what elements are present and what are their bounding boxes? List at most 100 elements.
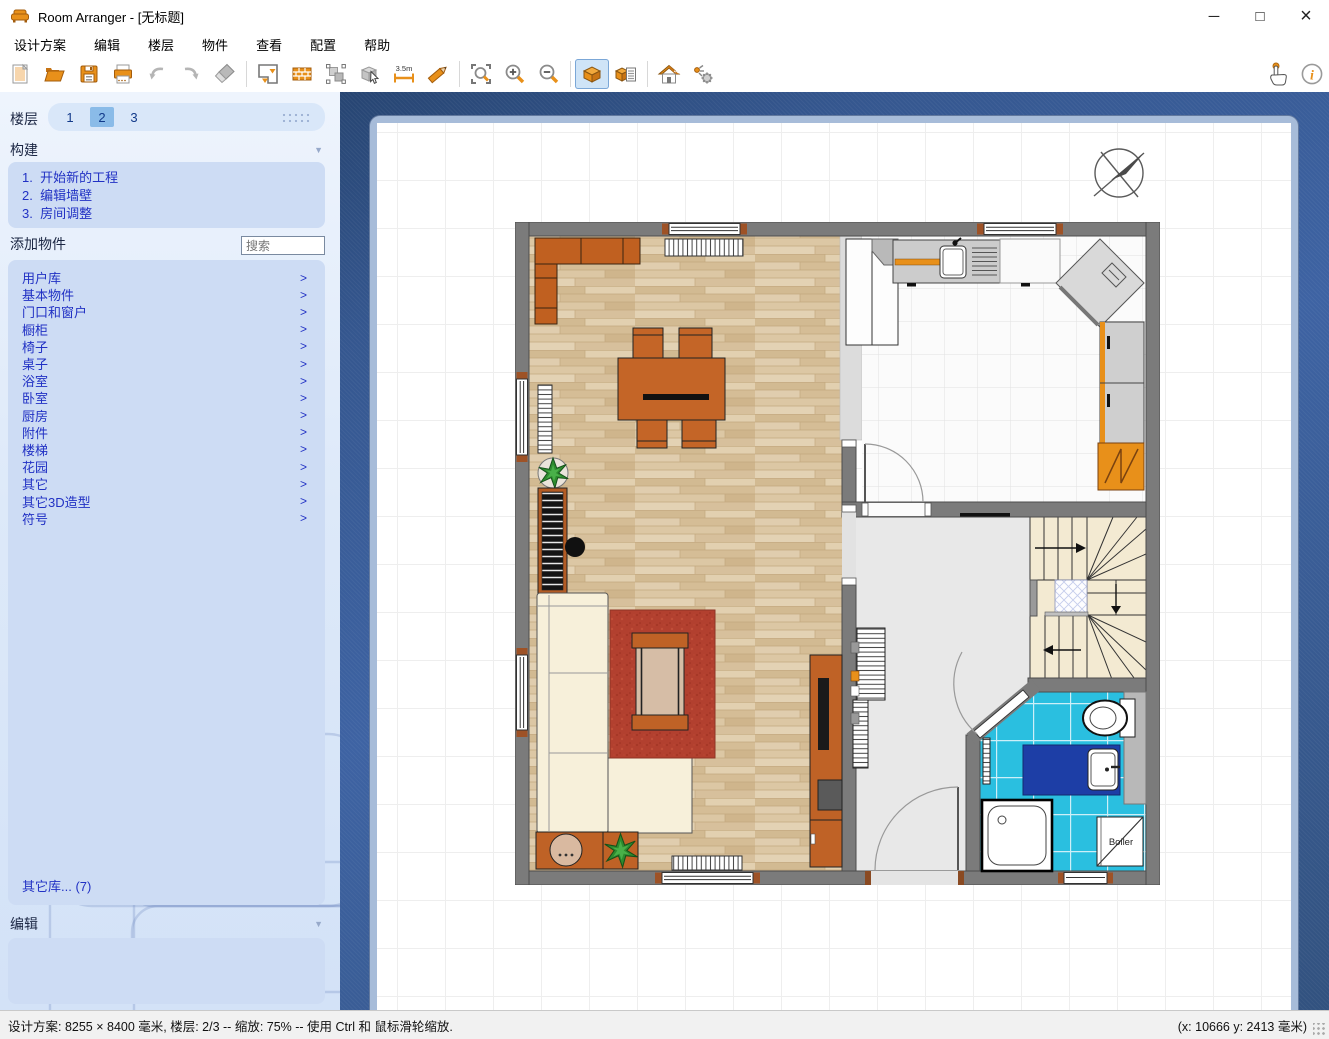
print-button[interactable] (106, 59, 140, 89)
build-step-link[interactable]: 2. 编辑墙壁 (22, 187, 325, 205)
measure-button[interactable]: 3.5m (387, 59, 421, 89)
zoom-in-button[interactable] (498, 59, 532, 89)
save-button[interactable] (72, 59, 106, 89)
build-step-link[interactable]: 1. 开始新的工程 (22, 169, 325, 187)
menu-item[interactable]: 编辑 (80, 35, 134, 54)
minimize-button[interactable]: ─ (1191, 0, 1237, 32)
add-objects-title: 添加物件 (10, 234, 66, 254)
show-objects-3d-button[interactable] (575, 59, 609, 89)
radiator[interactable] (665, 239, 743, 256)
drawing-sheet[interactable]: Boiler (377, 123, 1291, 1010)
window (517, 372, 528, 462)
resize-grip[interactable] (1313, 1023, 1326, 1036)
category-label: 椅子 (22, 337, 48, 356)
menu-item[interactable]: 楼层 (134, 35, 188, 54)
main-area: 楼层 123 构建 ▼ 1. 开始新的工程2. 编辑墙壁3. 房间调整 添加物件… (0, 92, 1329, 1010)
chevron-right-icon: > (300, 511, 307, 525)
title-bar: Room Arranger - [无标题] ─ □ × (0, 0, 1329, 32)
category-item[interactable]: 橱柜 > (8, 321, 325, 338)
svg-text:3.5m: 3.5m (396, 64, 413, 73)
new-project-button[interactable] (4, 59, 38, 89)
floor-button[interactable]: 3 (122, 107, 146, 127)
menu-item[interactable]: 物件 (188, 35, 242, 54)
shower-tray (982, 800, 1052, 871)
collapse-icon[interactable]: ▼ (314, 145, 323, 155)
floor-button[interactable]: 2 (90, 107, 114, 127)
menu-item[interactable]: 帮助 (350, 35, 404, 54)
window-title: Room Arranger - [无标题] (38, 7, 184, 26)
category-item[interactable]: 其它 > (8, 475, 325, 492)
category-item[interactable]: 厨房 > (8, 407, 325, 424)
category-item[interactable]: 椅子 > (8, 338, 325, 355)
panel-grip-handle[interactable] (281, 112, 311, 123)
window (517, 648, 528, 737)
radiator[interactable] (672, 856, 742, 870)
box-cursor-icon (358, 62, 382, 86)
menu-item[interactable]: 设计方案 (0, 35, 80, 54)
box-3d-icon (580, 62, 604, 86)
chevron-right-icon: > (300, 322, 307, 336)
categories-panel: 用户库 > 基本物件 > 门口和窗户 > 橱柜 > 椅子 > 桌子 > (8, 260, 325, 905)
window (1058, 873, 1113, 884)
undo-button[interactable] (140, 59, 174, 89)
potted-plant[interactable] (538, 458, 568, 488)
category-item[interactable]: 附件 > (8, 424, 325, 441)
draw-button[interactable] (421, 59, 455, 89)
bookshelf[interactable] (538, 488, 567, 594)
select-transform-icon (324, 62, 348, 86)
select-objects-button[interactable] (319, 59, 353, 89)
window (655, 873, 760, 884)
zoom-in-icon (503, 62, 527, 86)
view-3d-button[interactable]: 3D (652, 59, 686, 89)
format-brush-button[interactable] (208, 59, 242, 89)
edit-walls-button[interactable] (285, 59, 319, 89)
floor-button[interactable]: 1 (58, 107, 82, 127)
object-list-button[interactable] (609, 59, 643, 89)
category-item[interactable]: 用户库 > (8, 269, 325, 286)
toolbar-separator (459, 61, 460, 87)
category-item[interactable]: 其它3D造型 > (8, 492, 325, 509)
chevron-right-icon: > (300, 391, 307, 405)
build-step-link[interactable]: 3. 房间调整 (22, 205, 325, 223)
search-input[interactable] (241, 236, 325, 255)
staircase[interactable] (1030, 517, 1146, 682)
floor-plan[interactable]: Boiler (515, 222, 1160, 885)
category-item[interactable]: 卧室 > (8, 389, 325, 406)
category-item[interactable]: 桌子 > (8, 355, 325, 372)
floor-ball[interactable] (565, 537, 585, 557)
new-document-icon (9, 62, 33, 86)
app-logo-sofa-icon (10, 8, 30, 24)
menu-item[interactable]: 配置 (296, 35, 350, 54)
explode-button[interactable] (686, 59, 720, 89)
coffee-table[interactable] (632, 633, 688, 730)
category-item[interactable]: 门口和窗户 > (8, 303, 325, 320)
category-item[interactable]: 花园 > (8, 458, 325, 475)
info-button[interactable]: i (1295, 59, 1329, 89)
close-button[interactable]: × (1283, 0, 1329, 32)
zoom-out-button[interactable] (532, 59, 566, 89)
category-label: 卧室 (22, 388, 48, 407)
add-objects-header: 添加物件 (0, 232, 340, 256)
category-item[interactable]: 浴室 > (8, 372, 325, 389)
category-label: 用户库 (22, 268, 61, 287)
window-blind[interactable] (538, 385, 552, 453)
zoom-all-button[interactable] (464, 59, 498, 89)
pointer-mode-button[interactable] (1261, 59, 1295, 89)
fridge (1098, 443, 1144, 490)
category-item[interactable]: 符号 > (8, 510, 325, 527)
collapse-icon[interactable]: ▼ (314, 919, 323, 929)
maximize-button[interactable]: □ (1237, 0, 1283, 32)
tv-cabinet[interactable] (810, 655, 842, 867)
object-properties-button[interactable] (353, 59, 387, 89)
svg-text:i: i (1310, 69, 1314, 84)
floor-plan-icon (256, 62, 280, 86)
menu-item[interactable]: 查看 (242, 35, 296, 54)
redo-button[interactable] (174, 59, 208, 89)
other-libraries-link[interactable]: 其它库... (7) (22, 876, 91, 895)
category-item[interactable]: 基本物件 > (8, 286, 325, 303)
build-panel: 1. 开始新的工程2. 编辑墙壁3. 房间调整 (8, 162, 325, 228)
sideboard[interactable] (536, 832, 638, 869)
category-item[interactable]: 楼梯 > (8, 441, 325, 458)
edit-rooms-button[interactable] (251, 59, 285, 89)
open-button[interactable] (38, 59, 72, 89)
